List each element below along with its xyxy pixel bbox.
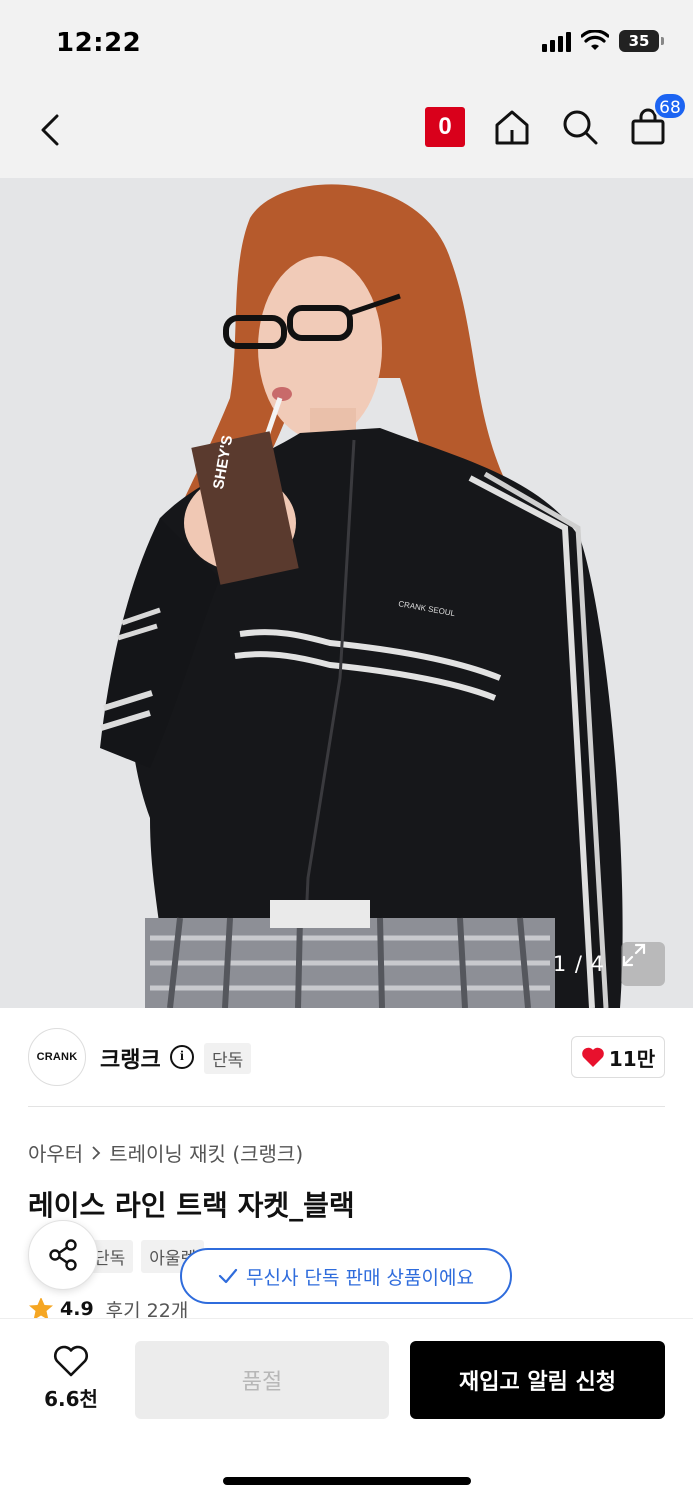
- battery-icon: 35: [619, 30, 664, 52]
- product-photo: SHEY'S CRANK SEOUL: [0, 178, 693, 1008]
- rating-row[interactable]: 4.9 후기 22개: [28, 1298, 188, 1320]
- status-time: 12:22: [56, 28, 142, 58]
- star-icon: [29, 1298, 53, 1320]
- exclusive-toast: 무신사 단독 판매 상품이에요: [180, 1248, 512, 1304]
- image-counter: 1 / 4: [552, 952, 605, 976]
- share-button[interactable]: [28, 1220, 98, 1290]
- expand-image-button[interactable]: [621, 942, 665, 986]
- cart-count-badge: 68: [653, 92, 687, 120]
- restock-alert-button[interactable]: 재입고 알림 신청: [410, 1341, 665, 1419]
- status-bar: 12:22 35: [0, 0, 693, 88]
- back-icon: [41, 114, 59, 146]
- divider: [28, 1106, 665, 1107]
- nav-header: 0 68: [0, 88, 693, 178]
- breadcrumb-category[interactable]: 아우터: [28, 1138, 83, 1167]
- brand-like-button[interactable]: 11만: [571, 1036, 665, 1078]
- breadcrumb: 아우터 트레이닝 재킷 (크랭크): [28, 1138, 303, 1167]
- wishlist-button[interactable]: 6.6천: [28, 1345, 114, 1412]
- toast-message: 무신사 단독 판매 상품이에요: [246, 1266, 474, 1289]
- home-indicator: [223, 1477, 471, 1485]
- expand-icon: [622, 943, 646, 967]
- home-button[interactable]: [491, 106, 533, 148]
- chevron-right-icon: [92, 1145, 101, 1160]
- brand-logo[interactable]: CRANK: [28, 1028, 86, 1086]
- brand-badge-button[interactable]: 0: [425, 107, 465, 147]
- share-icon: [49, 1239, 77, 1271]
- cart-button[interactable]: 68: [627, 92, 687, 148]
- nav-actions: 0 68: [425, 92, 687, 148]
- review-count: 후기 22개: [105, 1299, 189, 1321]
- heart-outline-icon: [54, 1345, 88, 1377]
- status-icons: 35: [542, 30, 664, 52]
- search-button[interactable]: [559, 106, 601, 148]
- breadcrumb-subcategory[interactable]: 트레이닝 재킷 (크랭크): [109, 1138, 303, 1167]
- signal-icon: [542, 30, 571, 52]
- exclusive-tag: 단독: [204, 1043, 252, 1074]
- back-button[interactable]: [28, 108, 72, 152]
- product-title: 레이스 라인 트랙 자켓_블랙: [28, 1189, 355, 1222]
- brand-like-count: 11만: [608, 1046, 656, 1071]
- info-icon[interactable]: i: [170, 1045, 194, 1069]
- brand-row: CRANK 크랭크 i 단독 11만: [28, 1028, 665, 1088]
- brand-name[interactable]: 크랭크: [100, 1042, 161, 1074]
- bottom-action-bar: 6.6천 품절 재입고 알림 신청: [0, 1318, 693, 1500]
- search-icon: [563, 110, 598, 145]
- wish-count: 6.6천: [44, 1387, 98, 1411]
- home-icon: [495, 110, 529, 145]
- wifi-icon: [581, 30, 609, 50]
- check-icon: [218, 1268, 238, 1284]
- heart-icon: [582, 1047, 604, 1067]
- soldout-button[interactable]: 품절: [135, 1341, 389, 1419]
- product-image-gallery[interactable]: SHEY'S CRANK SEOUL 1 / 4: [0, 178, 693, 1008]
- rating-score: 4.9: [60, 1298, 94, 1320]
